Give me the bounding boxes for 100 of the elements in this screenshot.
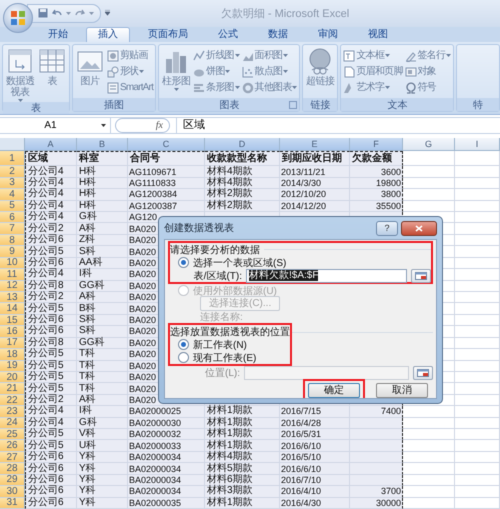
ribbon-button[interactable]: 剪贴画 — [107, 48, 154, 63]
ribbon-button[interactable]: 签名行 — [404, 48, 452, 63]
column-header[interactable]: C — [128, 138, 205, 152]
ribbon-tab[interactable]: 审阅 — [306, 26, 350, 42]
ribbon-button[interactable]: 折线图 — [193, 48, 240, 63]
table-cell: Y科 — [77, 486, 128, 498]
ribbon-button[interactable]: 对象 — [404, 64, 452, 79]
ribbon-button[interactable]: 其他图表 — [242, 80, 298, 95]
row-header[interactable]: 26 — [0, 440, 25, 452]
row-header[interactable]: 28 — [0, 463, 25, 475]
row-header[interactable]: 22 — [0, 394, 25, 406]
row-header[interactable]: 15 — [0, 314, 25, 326]
ribbon-button[interactable]: SmartArt — [107, 80, 154, 95]
ribbon-tab[interactable]: 插入 — [86, 26, 130, 42]
ribbon-tab[interactable]: 视图 — [356, 26, 400, 42]
range-field[interactable]: 材料欠款!$A:$F — [246, 268, 407, 283]
pen-icon — [404, 50, 416, 62]
column-header[interactable]: D — [205, 138, 280, 152]
ribbon-tab[interactable]: 数据 — [256, 26, 300, 42]
formula-field[interactable]: 区域 — [176, 118, 500, 134]
table-cell: S科 — [77, 314, 128, 326]
donut-chart-icon — [242, 82, 254, 94]
close-button[interactable] — [401, 220, 437, 236]
table-cell: 分公司6 — [25, 234, 77, 246]
column-header[interactable]: B — [77, 138, 128, 152]
ribbon-button[interactable]: 表 — [37, 46, 67, 102]
radio-button[interactable] — [178, 339, 189, 350]
ribbon-button[interactable]: 面积图 — [242, 48, 298, 63]
name-box[interactable]: A1 — [0, 118, 111, 134]
ribbon-button[interactable]: 图片 — [75, 46, 105, 98]
table-cell: BA02000030 — [128, 418, 205, 430]
radio-button[interactable] — [178, 352, 189, 364]
row-header[interactable]: 8 — [0, 234, 25, 246]
row-header[interactable]: 17 — [0, 338, 25, 350]
row-header[interactable]: 3 — [0, 178, 25, 190]
radio-button[interactable] — [178, 257, 189, 268]
table-cell: 分公司4 — [25, 418, 77, 430]
table-cell: T科 — [77, 372, 128, 384]
table-cell: 2016/5/31 — [280, 429, 350, 440]
group-label: 特 — [473, 98, 484, 112]
ribbon-button[interactable]: 柱形图 — [161, 46, 192, 98]
column-header[interactable]: F — [350, 138, 403, 152]
table-cell: AG1200384 — [128, 189, 205, 201]
dialog-button[interactable]: 取消 — [376, 383, 428, 398]
row-header[interactable]: 27 — [0, 452, 25, 464]
row-header[interactable]: 5 — [0, 200, 25, 212]
caret-icon — [283, 54, 288, 58]
ribbon-button[interactable]: 符号 — [404, 80, 452, 95]
ribbon-button[interactable]: 数据透视表 — [5, 46, 35, 102]
table-cell: 分公司4 — [25, 269, 77, 281]
row-header[interactable]: 29 — [0, 474, 25, 486]
column-header[interactable]: G — [403, 138, 455, 152]
column-header[interactable]: A — [25, 138, 77, 152]
row-header[interactable]: 20 — [0, 372, 25, 384]
row-header[interactable]: 25 — [0, 429, 25, 440]
ribbon-tab[interactable]: 公式 — [206, 26, 250, 42]
ribbon-button[interactable]: 艺术字 — [343, 80, 402, 95]
row-header[interactable]: 19 — [0, 360, 25, 372]
row-header[interactable]: 12 — [0, 280, 25, 292]
row-header[interactable]: 14 — [0, 303, 25, 315]
ribbon-button[interactable]: 饼图 — [193, 64, 240, 79]
row-header[interactable]: 4 — [0, 189, 25, 201]
row-header[interactable]: 16 — [0, 326, 25, 338]
caret-icon — [225, 70, 230, 74]
row-header[interactable]: 10 — [0, 258, 25, 270]
row-header[interactable]: 11 — [0, 269, 25, 281]
ribbon-button[interactable]: 页眉和页脚 — [343, 64, 402, 79]
row-header[interactable]: 1 — [0, 151, 25, 166]
ribbon-button[interactable]: 散点图 — [242, 64, 298, 79]
insert-function-button[interactable]: fx — [156, 120, 163, 132]
row-header[interactable]: 24 — [0, 418, 25, 430]
row-header[interactable]: 9 — [0, 246, 25, 258]
range-picker-icon — [417, 368, 429, 377]
table-cell: 2013/11/21 — [280, 166, 350, 178]
dialog-button[interactable]: 确定 — [308, 383, 360, 398]
column-header[interactable]: I — [455, 138, 500, 152]
table-cell: 分公司5 — [25, 360, 77, 372]
row-header[interactable]: 2 — [0, 166, 25, 178]
row-header[interactable]: 30 — [0, 486, 25, 498]
row-header[interactable]: 13 — [0, 292, 25, 304]
ribbon-button[interactable]: 条形图 — [193, 80, 240, 95]
row-header[interactable]: 21 — [0, 383, 25, 395]
dialog-launcher-icon[interactable] — [289, 101, 298, 110]
ribbon-tab[interactable]: 页面布局 — [136, 26, 200, 42]
ribbon-button[interactable]: 文本框 — [343, 48, 402, 63]
save-icon[interactable] — [38, 8, 48, 18]
row-header[interactable]: 6 — [0, 212, 25, 224]
row-header[interactable]: 18 — [0, 349, 25, 361]
range-picker-button[interactable] — [411, 268, 431, 283]
row-header[interactable]: 31 — [0, 498, 25, 509]
help-button[interactable]: ? — [376, 220, 398, 236]
row-header[interactable]: 7 — [0, 223, 25, 235]
ribbon-tab[interactable]: 开始 — [36, 26, 80, 42]
caret-icon — [385, 54, 390, 58]
row-header[interactable]: 23 — [0, 406, 25, 418]
ribbon-button[interactable]: 形状 — [107, 64, 154, 79]
customize-toolbar-icon[interactable] — [105, 10, 110, 16]
ribbon-button[interactable]: 超链接 — [305, 46, 336, 98]
column-header[interactable]: E — [280, 138, 350, 152]
range-picker-button[interactable] — [413, 366, 433, 380]
